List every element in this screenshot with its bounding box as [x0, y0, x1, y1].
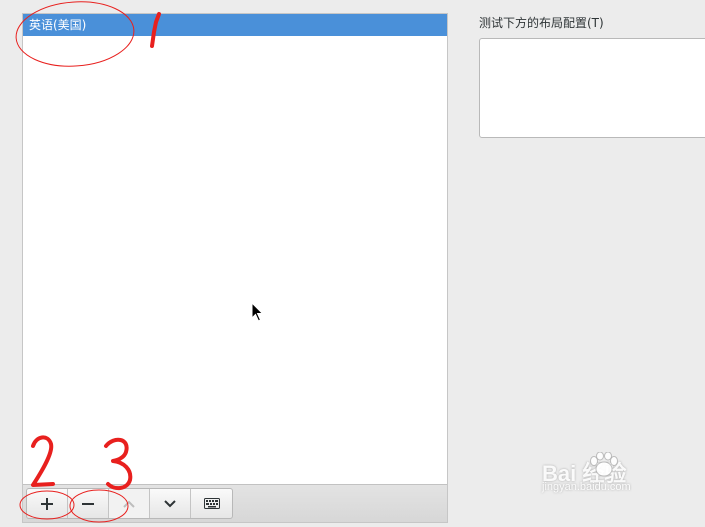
layout-list[interactable]: 英语(美国) [23, 14, 447, 484]
test-layout-label: 测试下方的布局配置(T) [479, 16, 604, 30]
paw-icon [590, 452, 618, 477]
layout-toolbar [23, 484, 447, 522]
baidu-jingyan-watermark: Bai 经验 jingyan.baidu.com [542, 452, 702, 496]
layout-list-panel: 英语(美国) [22, 13, 448, 523]
keyboard-icon [203, 498, 220, 509]
mouse-cursor-icon [251, 302, 264, 322]
minus-icon [82, 502, 94, 505]
test-layout-input[interactable] [479, 38, 705, 138]
layout-row-selected[interactable]: 英语(美国) [23, 14, 447, 36]
chevron-down-icon [164, 499, 176, 507]
chevron-up-icon [123, 500, 135, 508]
remove-layout-button[interactable] [68, 489, 109, 518]
toolbar-button-group [26, 488, 233, 519]
move-down-button[interactable] [150, 489, 191, 518]
keyboard-layout-settings: 英语(美国) 测试下方的布局配置(T) Bai 经验 jingyan.baidu… [0, 0, 705, 527]
layout-row-label: 英语(美国) [29, 18, 87, 32]
move-up-button[interactable] [109, 489, 150, 518]
plus-icon [41, 497, 53, 510]
watermark-url: jingyan.baidu.com [542, 481, 631, 493]
preview-layout-button[interactable] [191, 489, 232, 518]
add-layout-button[interactable] [27, 489, 68, 518]
